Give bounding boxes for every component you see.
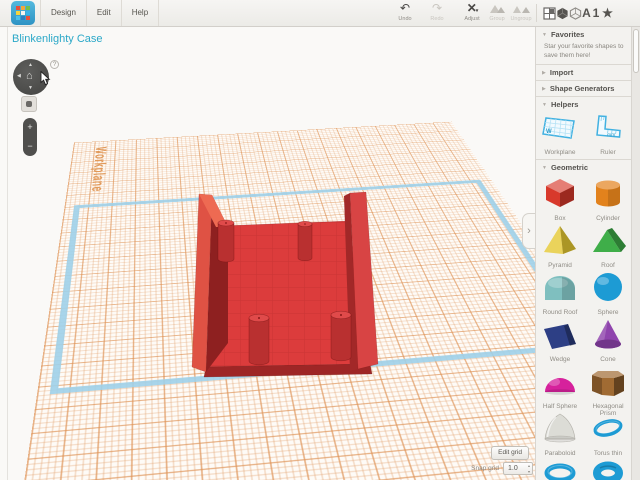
shapes-sidebar: ▼ Favorites Star your favorite shapes to… <box>535 27 640 480</box>
zoom-controls: + − <box>23 118 37 156</box>
section-helpers[interactable]: ▼ Helpers <box>536 97 632 112</box>
torus-thin-shape-icon <box>588 412 628 444</box>
section-collapsed-icon: ▶ <box>542 86 546 92</box>
shape-cone[interactable]: Cone <box>584 316 632 363</box>
main-menu: Design Edit Help <box>40 0 159 26</box>
edit-grid-button[interactable]: Edit grid <box>491 446 529 460</box>
model-post-front-left <box>249 314 269 365</box>
design-title: Blinkenlighty Case <box>12 33 103 45</box>
shape-paraboloid[interactable]: Paraboloid <box>536 410 584 457</box>
shape-wedge[interactable]: Wedge <box>536 316 584 363</box>
hexagonal-prism-shape-icon <box>588 365 628 397</box>
red-case-model[interactable] <box>190 187 385 382</box>
shape-roof[interactable]: Roof <box>584 222 632 269</box>
workplane-text-label: Workplane <box>87 146 110 192</box>
model-post-back-center <box>298 221 312 260</box>
shape-torus-thin[interactable]: Torus thin <box>584 410 632 457</box>
toolbar-separator <box>536 4 537 22</box>
ruler-helper-icon: mm <box>591 114 625 142</box>
redo-button[interactable]: ↷ Redo <box>421 2 453 22</box>
section-expanded-icon: ▼ <box>542 32 547 38</box>
canvas-edge-line <box>7 27 8 480</box>
zoom-in-button[interactable]: + <box>23 118 37 137</box>
fit-view-button[interactable] <box>21 96 37 112</box>
stepper-down-icon: ▾ <box>528 469 530 475</box>
shape-hexagonal-prism[interactable]: Hexagonal Prism <box>584 363 632 410</box>
shape-pyramid[interactable]: Pyramid <box>536 222 584 269</box>
snap-grid-label: Snap grid <box>471 465 499 472</box>
model-post-back-left <box>218 220 234 262</box>
redo-icon: ↷ <box>421 2 453 15</box>
orbit-left-icon[interactable]: ◀ <box>17 74 21 79</box>
round-roof-shape-icon <box>540 271 580 303</box>
box-shape-icon <box>540 177 580 209</box>
shape-torus[interactable] <box>536 457 584 480</box>
favorites-description: Star your favorite shapes to save them h… <box>536 42 632 64</box>
snap-grid-select[interactable]: 1.0 ▴ ▾ <box>503 462 533 475</box>
torus-shape-icon <box>540 459 580 480</box>
section-shape-generators[interactable]: ▶ Shape Generators <box>536 81 632 96</box>
workplane-category-icon[interactable] <box>542 5 556 21</box>
sidebar-scrollbar[interactable] <box>631 27 640 480</box>
zoom-out-button[interactable]: − <box>23 137 37 156</box>
orbit-down-icon[interactable]: ▼ <box>28 86 33 91</box>
section-favorites[interactable]: ▼ Favorites <box>536 27 632 42</box>
tinkercad-app: Design Edit Help ↶ Undo ↷ Redo ✕▾ Adjust… <box>0 0 640 480</box>
shape-half-sphere[interactable]: Half Sphere <box>536 363 584 410</box>
ungroup-button[interactable]: Ungroup <box>505 2 537 22</box>
sidebar-collapse-tab[interactable]: › <box>522 213 535 249</box>
wedge-shape-icon <box>540 318 580 350</box>
fit-view-icon <box>26 101 32 107</box>
orbit-up-icon[interactable]: ▲ <box>28 63 33 68</box>
numbers-category-icon[interactable]: 1 <box>591 5 601 21</box>
helper-workplane[interactable]: W Workplane <box>536 114 584 156</box>
sphere-shape-icon <box>588 271 628 303</box>
section-expanded-icon: ▼ <box>542 165 547 171</box>
svg-text:mm: mm <box>607 133 615 139</box>
solid-shapes-icon[interactable] <box>556 5 569 21</box>
section-expanded-icon: ▼ <box>542 102 547 108</box>
menu-bar: Design Edit Help ↶ Undo ↷ Redo ✕▾ Adjust… <box>0 0 640 27</box>
favorites-star-icon[interactable]: ★ <box>601 5 614 21</box>
model-post-front-right <box>331 311 351 361</box>
ungroup-icon <box>505 2 537 15</box>
shape-box[interactable]: Box <box>536 175 584 222</box>
shape-round-roof[interactable]: Round Roof <box>536 269 584 316</box>
menu-edit[interactable]: Edit <box>86 0 121 26</box>
tinkercad-logo-icon[interactable] <box>11 1 35 25</box>
scrollbar-thumb[interactable] <box>633 29 639 73</box>
undo-button[interactable]: ↶ Undo <box>389 2 421 22</box>
undo-icon: ↶ <box>389 2 421 15</box>
paraboloid-shape-icon <box>540 412 580 444</box>
shape-torus-thick[interactable] <box>584 457 632 480</box>
shape-cylinder[interactable]: Cylinder <box>584 175 632 222</box>
pyramid-shape-icon <box>540 224 580 256</box>
svg-text:W: W <box>546 129 552 135</box>
workplane-helper-icon: W <box>542 114 578 142</box>
home-view-icon[interactable]: ⌂ <box>26 71 33 82</box>
snap-grid-value: 1.0 <box>508 465 518 472</box>
cone-shape-icon <box>588 318 628 350</box>
torus-thick-shape-icon <box>588 459 628 480</box>
snap-grid-stepper[interactable]: ▴ ▾ <box>528 463 530 475</box>
cylinder-shape-icon <box>588 177 628 209</box>
section-collapsed-icon: ▶ <box>542 70 546 76</box>
section-import[interactable]: ▶ Import <box>536 65 632 80</box>
shape-sphere[interactable]: Sphere <box>584 269 632 316</box>
section-geometric[interactable]: ▼ Geometric <box>536 160 632 175</box>
roof-shape-icon <box>588 224 628 256</box>
viewport-canvas[interactable]: Workplane <box>0 27 535 480</box>
nav-help-badge[interactable]: ? <box>50 60 59 69</box>
menu-help[interactable]: Help <box>121 0 159 26</box>
helper-ruler[interactable]: mm Ruler <box>584 114 632 156</box>
menu-design[interactable]: Design <box>40 0 86 26</box>
half-sphere-shape-icon <box>540 365 580 397</box>
mouse-cursor <box>40 71 51 86</box>
